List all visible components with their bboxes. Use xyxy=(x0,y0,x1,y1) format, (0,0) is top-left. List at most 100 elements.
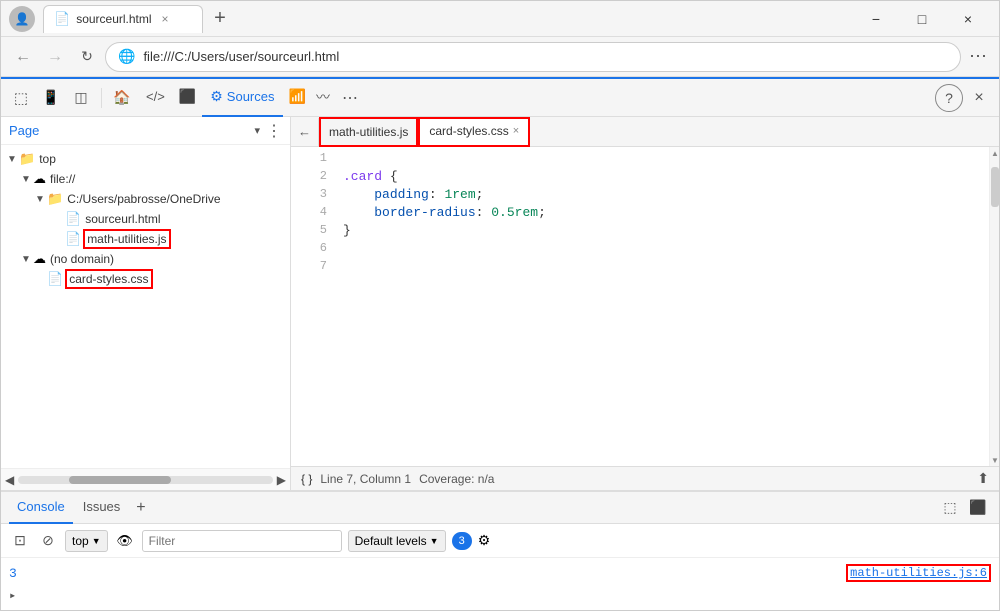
panel-title[interactable]: Page xyxy=(9,123,254,138)
onedrive-folder-icon: 📁 xyxy=(47,191,63,207)
new-tab-button[interactable]: + xyxy=(207,6,233,32)
code-tab-mathjs[interactable]: math-utilities.js xyxy=(319,117,418,147)
devtools-help-button[interactable]: ? xyxy=(935,84,963,112)
console-tab-console[interactable]: Console xyxy=(9,492,73,524)
default-levels-arrow: ▼ xyxy=(430,536,439,546)
line-content-3: padding: 1rem; xyxy=(343,187,483,202)
console-row-2: ▸ xyxy=(9,584,991,606)
console-top-button[interactable]: top ▼ xyxy=(65,530,108,552)
scroll-thumb[interactable] xyxy=(69,476,171,484)
scroll-right-icon[interactable]: ▶ xyxy=(277,473,286,487)
back-button[interactable]: ← xyxy=(9,43,37,71)
line-num-3: 3 xyxy=(299,187,327,201)
tree-item-onedrive[interactable]: ▼ 📁 C:/Users/pabrosse/OneDrive xyxy=(1,189,290,209)
tab-title: sourceurl.html xyxy=(76,12,151,26)
console-icon-tab[interactable]: ⬛ xyxy=(175,79,200,117)
console-output-number: 3 xyxy=(9,566,17,581)
console-section: Console Issues + ⬚ ⬛ ⊡ ⊘ top ▼ 👁 xyxy=(1,490,999,610)
devtools-close-button[interactable]: × xyxy=(965,84,993,112)
console-icon-2[interactable]: ⬛ xyxy=(965,495,991,521)
code-scroll-up[interactable]: ▲ xyxy=(990,147,999,159)
elements-tab-button[interactable]: 🏠 xyxy=(108,84,136,112)
sources-icon: ⚙ xyxy=(210,88,223,105)
tree-item-math-utilities[interactable]: 📄 math-utilities.js xyxy=(1,229,290,249)
user-avatar: 👤 xyxy=(9,6,35,32)
tree-label-mathjs: math-utilities.js xyxy=(85,231,168,247)
code-scroll-down[interactable]: ▼ xyxy=(990,454,999,466)
issues-tab-label: Issues xyxy=(83,499,121,514)
address-bar: ← → ↻ 🌐 file:///C:/Users/user/sourceurl.… xyxy=(1,37,999,77)
console-eye-button[interactable]: 👁 xyxy=(114,530,136,552)
console-filter-input[interactable] xyxy=(142,530,342,552)
close-button[interactable]: × xyxy=(945,3,991,35)
console-output-link[interactable]: math-utilities.js:6 xyxy=(846,564,991,582)
sources-tab[interactable]: ⚙ Sources xyxy=(202,79,282,117)
cardcss-tab-close[interactable]: × xyxy=(513,125,519,137)
code-panel: ← math-utilities.js card-styles.css × xyxy=(291,117,999,490)
scroll-track[interactable] xyxy=(18,476,273,484)
code-scroll-thumb[interactable] xyxy=(991,167,999,207)
console-clear-button[interactable]: ⊡ xyxy=(9,530,31,552)
default-levels-button[interactable]: Default levels ▼ xyxy=(348,530,446,552)
console-add-button[interactable]: + xyxy=(130,492,151,524)
tree-label-sourceurl: sourceurl.html xyxy=(85,212,160,226)
code-line-6: 6 xyxy=(291,239,989,257)
onedrive-arrow-icon: ▼ xyxy=(33,194,47,205)
devtools-more-button[interactable]: ⋯ xyxy=(336,79,364,117)
forward-button[interactable]: → xyxy=(41,43,69,71)
status-upload-icon[interactable]: ⬆ xyxy=(977,470,989,487)
status-position: Line 7, Column 1 xyxy=(320,472,411,486)
file-tree-scrollbar[interactable]: ◀ ▶ xyxy=(1,468,290,490)
top-folder-icon: 📁 xyxy=(19,151,35,167)
devtools-container: ⬚ 📱 ◫ 🏠 </> ⬛ ⚙ Sources 📶 〰 ⋯ ? × xyxy=(1,77,999,610)
back-tab-button[interactable]: ← xyxy=(291,118,319,146)
tree-item-nodomain[interactable]: ▼ ☁ (no domain) xyxy=(1,249,290,269)
more-options-button[interactable]: ⋯ xyxy=(965,42,991,71)
scroll-left-icon[interactable]: ◀ xyxy=(5,473,14,487)
device-emulation-button[interactable]: 📱 xyxy=(37,84,65,112)
console-tab-issues[interactable]: Issues xyxy=(75,492,129,524)
console-chevron[interactable]: ▸ xyxy=(9,588,16,603)
console-tab-label: Console xyxy=(17,499,65,514)
network-tab[interactable]: 📶 xyxy=(285,79,310,117)
url-text: file:///C:/Users/user/sourceurl.html xyxy=(143,49,339,64)
maximize-button[interactable]: □ xyxy=(899,3,945,35)
elements-tab[interactable]: </> xyxy=(138,79,173,117)
url-box[interactable]: 🌐 file:///C:/Users/user/sourceurl.html xyxy=(105,42,961,72)
minimize-button[interactable]: − xyxy=(853,3,899,35)
tree-label-top: top xyxy=(39,152,56,166)
code-line-2: 2 .card { xyxy=(291,167,989,185)
code-scrollbar[interactable]: ▲ ▼ xyxy=(989,147,999,466)
performance-tab[interactable]: 〰 xyxy=(312,79,334,117)
mathjs-file-icon: 📄 xyxy=(65,231,81,247)
code-tab-cardcss[interactable]: card-styles.css × xyxy=(418,117,530,147)
cardcss-file-icon: 📄 xyxy=(47,271,63,287)
tab-file-icon: 📄 xyxy=(54,11,70,27)
code-area[interactable]: 1 2 .card { 3 padding: 1rem; xyxy=(291,147,989,466)
default-levels-label: Default levels xyxy=(355,534,427,548)
tree-item-file[interactable]: ▼ ☁ file:// xyxy=(1,169,290,189)
console-settings-button[interactable]: ⚙ xyxy=(478,532,491,549)
console-icon-1[interactable]: ⬚ xyxy=(937,495,963,521)
panel-layout-button[interactable]: ◫ xyxy=(67,84,95,112)
top-arrow-icon: ▼ xyxy=(5,154,19,165)
tree-item-top[interactable]: ▼ 📁 top xyxy=(1,149,290,169)
line-content-4: border-radius: 0.5rem; xyxy=(343,205,546,220)
inspect-element-button[interactable]: ⬚ xyxy=(7,84,35,112)
console-output: 3 math-utilities.js:6 ▸ xyxy=(1,558,999,610)
line-num-2: 2 xyxy=(299,169,327,183)
console-block-button[interactable]: ⊘ xyxy=(37,530,59,552)
tree-item-sourceurl[interactable]: 📄 sourceurl.html xyxy=(1,209,290,229)
console-toolbar: ⊡ ⊘ top ▼ 👁 Default levels ▼ 3 ⚙ xyxy=(1,524,999,558)
devtools-toolbar: ⬚ 📱 ◫ 🏠 </> ⬛ ⚙ Sources 📶 〰 ⋯ ? × xyxy=(1,79,999,117)
panel-more-icon[interactable]: ⋮ xyxy=(266,121,282,141)
refresh-button[interactable]: ↻ xyxy=(73,43,101,71)
tab-close-button[interactable]: × xyxy=(162,12,169,26)
tree-item-card-styles[interactable]: 📄 card-styles.css xyxy=(1,269,290,289)
panel-chevron-icon[interactable]: ▾ xyxy=(254,124,260,137)
sources-label: Sources xyxy=(227,89,275,104)
code-line-4: 4 border-radius: 0.5rem; xyxy=(291,203,989,221)
status-coverage: Coverage: n/a xyxy=(419,472,494,486)
line-num-1: 1 xyxy=(299,151,327,165)
browser-tab[interactable]: 📄 sourceurl.html × xyxy=(43,5,203,33)
